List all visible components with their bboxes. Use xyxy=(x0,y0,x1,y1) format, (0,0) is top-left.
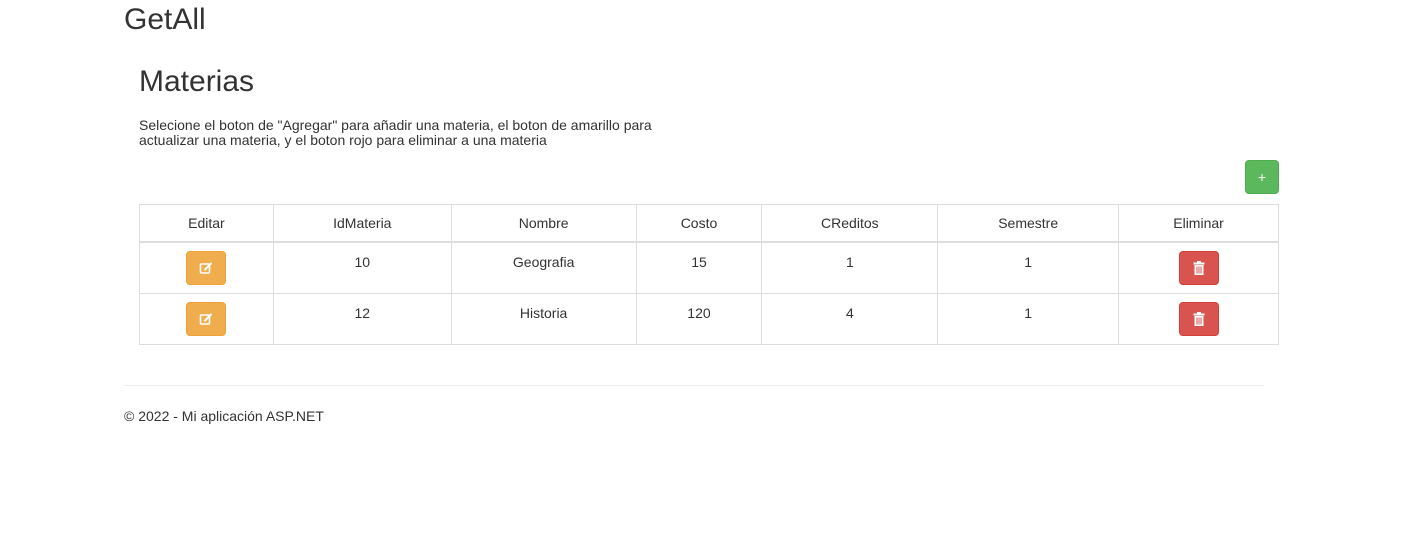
header-row: Editar IdMateria Nombre Costo CReditos S… xyxy=(139,204,1279,243)
trash-icon xyxy=(1193,312,1205,326)
edit-button[interactable] xyxy=(186,251,227,285)
footer-divider xyxy=(124,385,1264,386)
table-header: Editar IdMateria Nombre Costo CReditos S… xyxy=(139,204,1279,243)
trash-icon xyxy=(1193,261,1205,275)
edit-icon xyxy=(199,261,213,275)
edit-button[interactable] xyxy=(186,302,227,336)
edit-icon xyxy=(199,312,213,326)
cell-creditos: 1 xyxy=(761,241,939,294)
cell-nombre: Historia xyxy=(450,293,637,345)
cell-nombre: Geografia xyxy=(450,241,637,294)
header-editar: Editar xyxy=(139,204,274,243)
delete-cell xyxy=(1118,293,1279,345)
cell-creditos: 4 xyxy=(761,293,939,345)
instructions-text: Selecione el boton de "Agregar" para aña… xyxy=(139,117,652,148)
page: GetAll Materias Selecione el boton de "A… xyxy=(0,0,1404,534)
page-title: Materias xyxy=(139,65,255,98)
header-creditos: CReditos xyxy=(761,204,939,243)
cell-costo: 15 xyxy=(635,241,763,294)
edit-cell xyxy=(139,241,274,294)
materias-table: Editar IdMateria Nombre Costo CReditos S… xyxy=(139,204,1279,345)
add-button[interactable]: + xyxy=(1245,160,1279,194)
header-idmateria: IdMateria xyxy=(272,204,452,243)
delete-button[interactable] xyxy=(1178,302,1219,336)
header-costo: Costo xyxy=(635,204,763,243)
materias-section: Materias Selecione el boton de "Agregar"… xyxy=(139,62,1279,345)
header-nombre: Nombre xyxy=(450,204,637,243)
delete-button[interactable] xyxy=(1178,251,1219,285)
table-body: 10 Geografia 15 1 1 12 Historia 120 4 1 xyxy=(139,241,1279,345)
cell-costo: 120 xyxy=(635,293,763,345)
table-row: 10 Geografia 15 1 1 xyxy=(139,241,1279,294)
delete-cell xyxy=(1118,241,1279,294)
cell-semestre: 1 xyxy=(937,293,1120,345)
table-row: 12 Historia 120 4 1 xyxy=(139,293,1279,345)
footer-text: © 2022 - Mi aplicación ASP.NET xyxy=(124,408,324,424)
app-title: GetAll xyxy=(124,3,206,36)
cell-semestre: 1 xyxy=(937,241,1120,294)
add-toolbar: + xyxy=(1245,160,1279,194)
header-semestre: Semestre xyxy=(937,204,1120,243)
edit-cell xyxy=(139,293,274,345)
header-eliminar: Eliminar xyxy=(1118,204,1279,243)
cell-idmateria: 10 xyxy=(272,241,452,294)
cell-idmateria: 12 xyxy=(272,293,452,345)
